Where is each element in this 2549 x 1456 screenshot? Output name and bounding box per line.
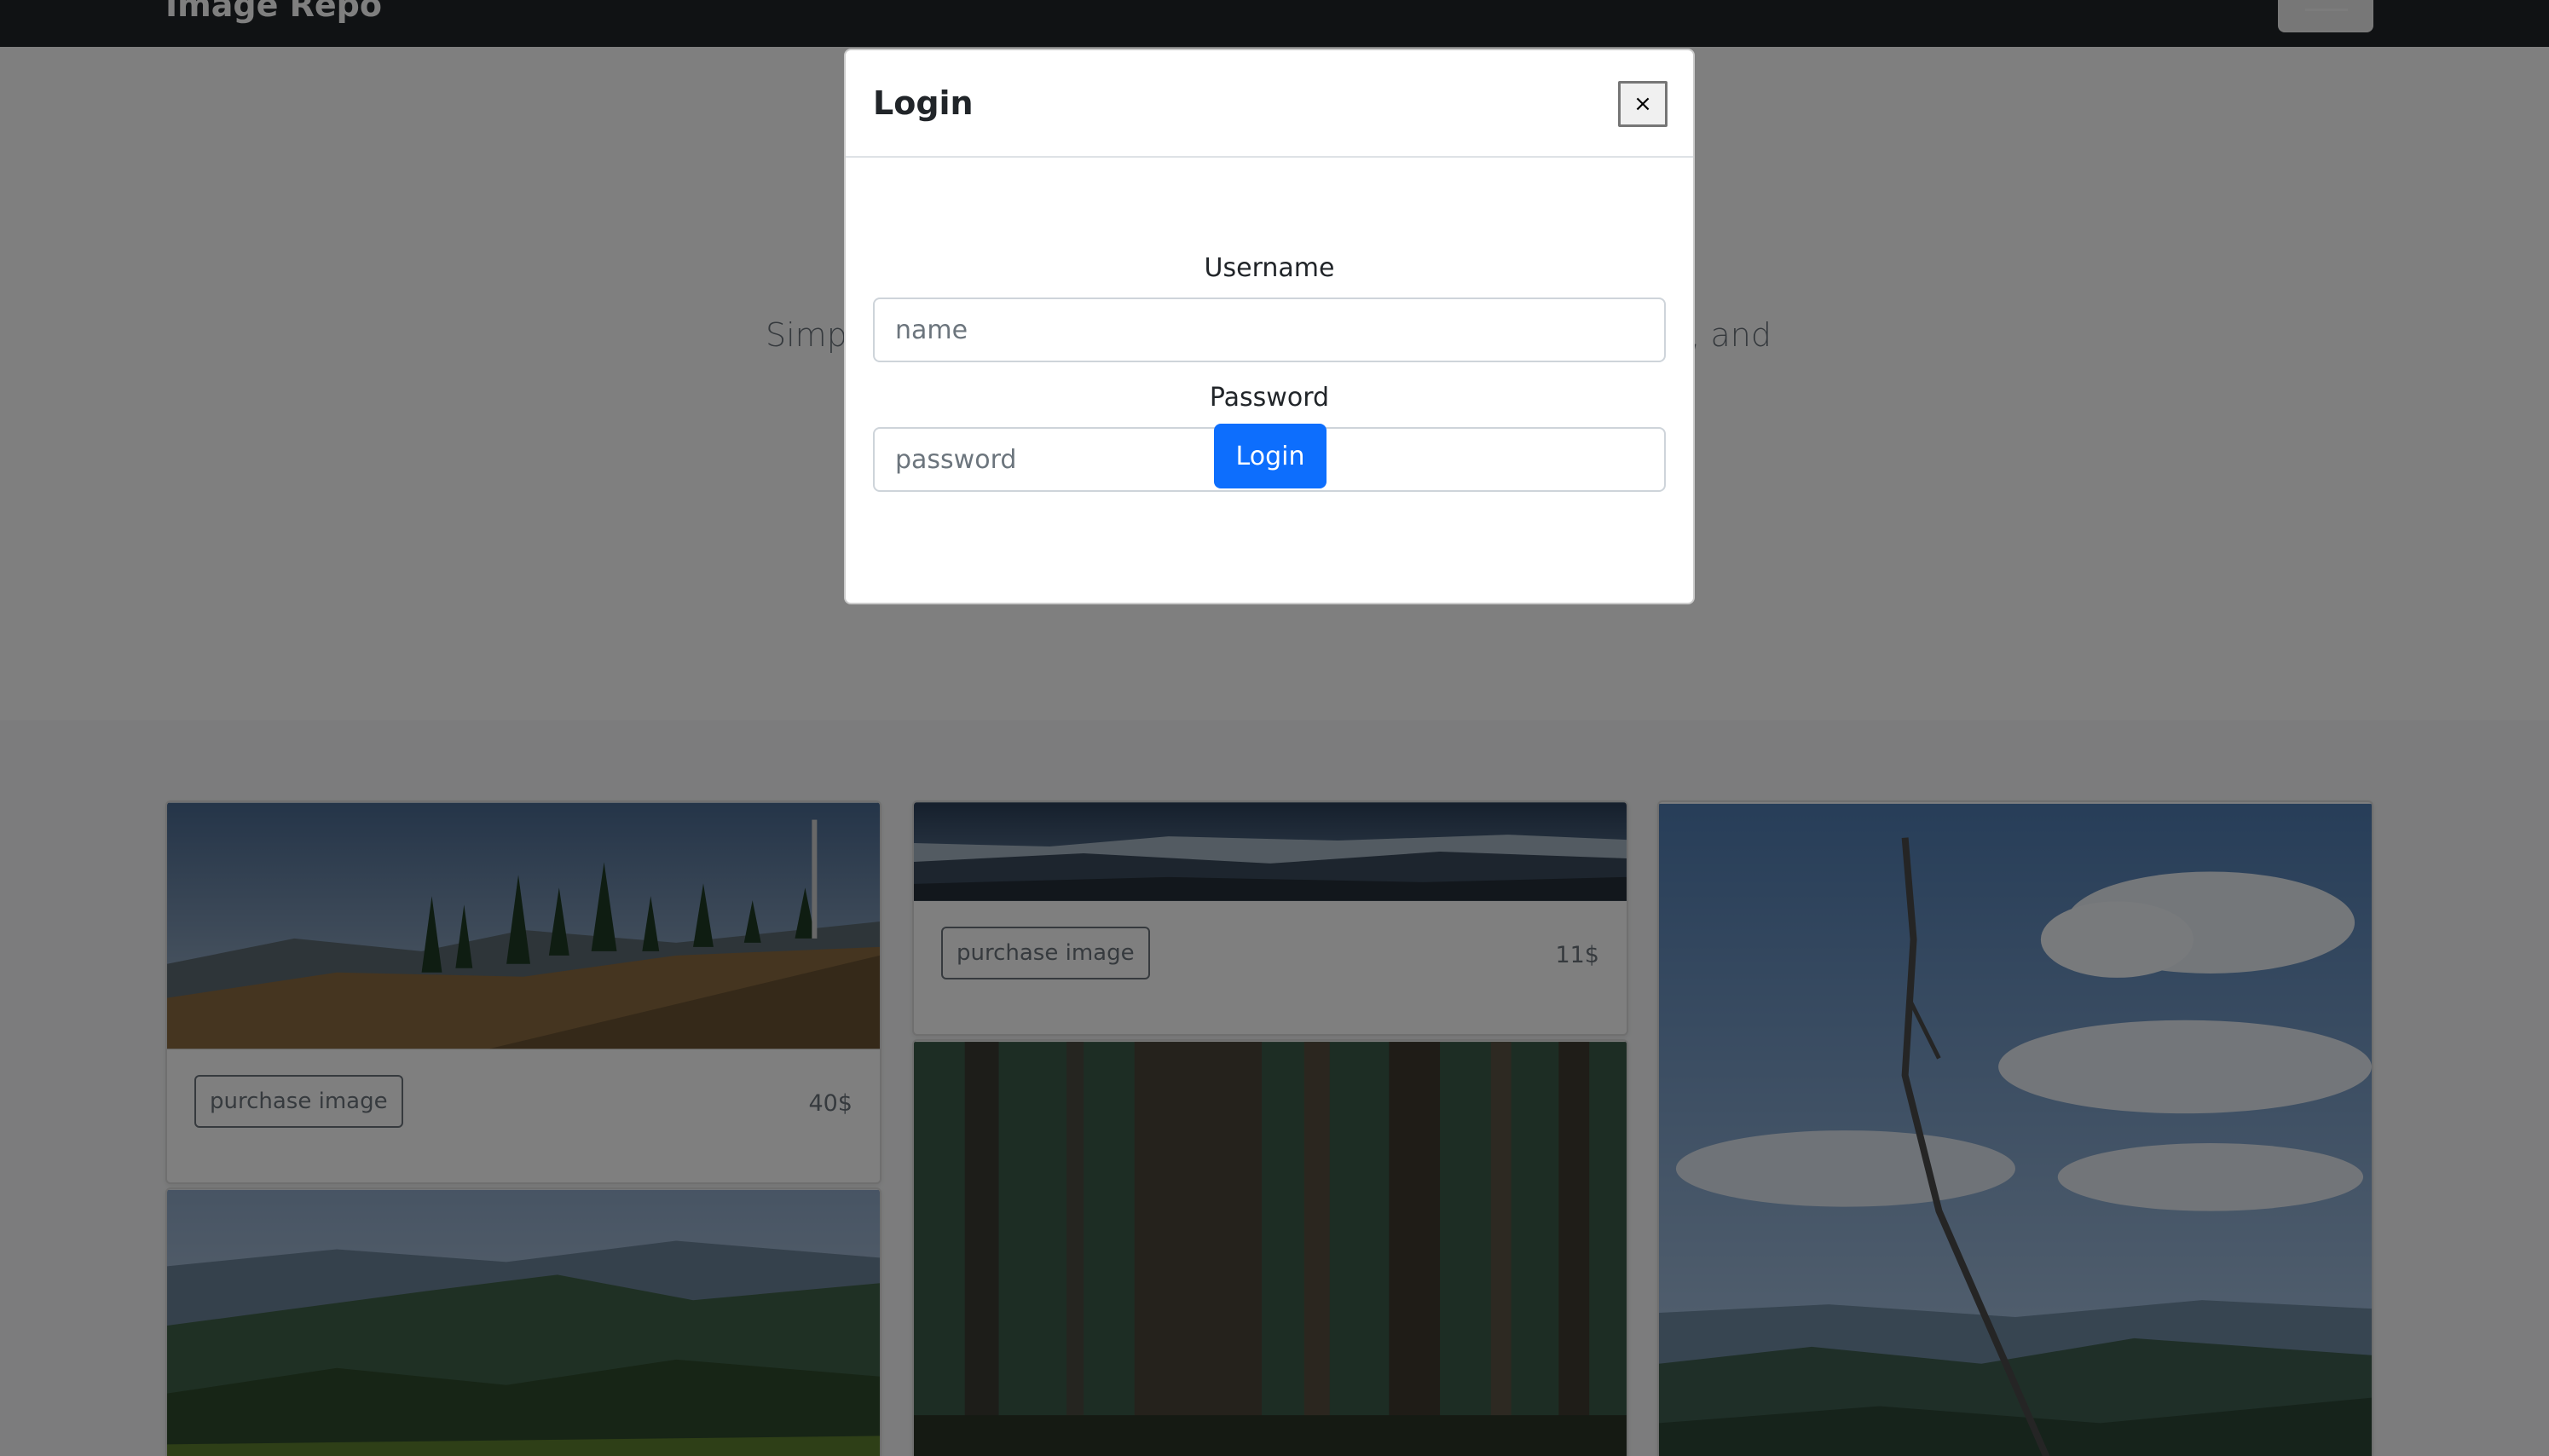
modal-header: Login ×: [846, 50, 1693, 158]
close-button[interactable]: ×: [1618, 81, 1668, 127]
login-submit-button[interactable]: Login: [1214, 424, 1327, 488]
username-label: Username: [1204, 253, 1335, 283]
modal-title: Login: [873, 84, 974, 122]
username-input[interactable]: [873, 298, 1666, 362]
password-label: Password: [1209, 383, 1330, 413]
login-modal: Login × Username Password Login: [844, 49, 1695, 604]
